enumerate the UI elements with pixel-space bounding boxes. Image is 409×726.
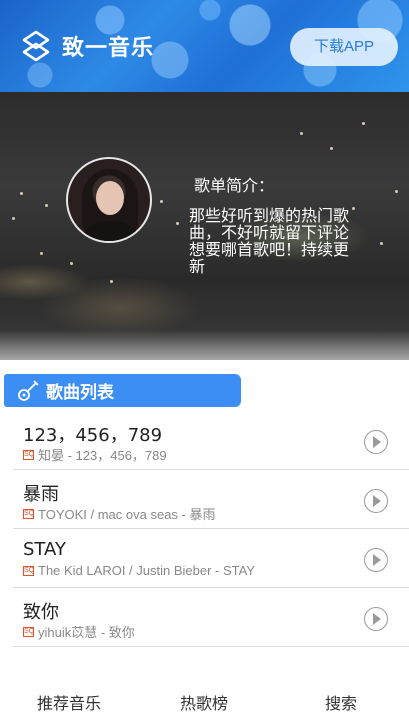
playlist-cover-avatar	[66, 157, 152, 243]
song-artist: 知晏 - 123，456，789	[38, 448, 167, 463]
logo-text: 致一音乐	[62, 36, 155, 61]
logo[interactable]: 致一音乐	[20, 30, 154, 62]
song-item[interactable]: 暴雨 SQ TOYOKI / mac ova seas - 暴雨	[13, 470, 409, 529]
nav-item-search[interactable]: 搜索	[325, 690, 357, 714]
sq-badge: SQ	[23, 449, 35, 460]
song-list: 123，456，789 SQ 知晏 - 123，456，789 暴雨 SQ TO…	[13, 411, 409, 647]
song-name: 123，456，789	[23, 425, 163, 446]
bottom-nav: 推荐音乐 热歌榜 搜索	[0, 676, 409, 726]
song-list-title: 歌曲列表	[46, 383, 114, 403]
play-icon[interactable]	[364, 607, 388, 631]
song-artist: yihuik苡慧 - 致你	[38, 625, 135, 640]
sq-badge: SQ	[23, 565, 35, 576]
play-icon[interactable]	[364, 489, 388, 513]
download-app-button[interactable]: 下载APP	[290, 28, 398, 66]
song-item[interactable]: STAY SQ The Kid LAROI / Justin Bieber - …	[13, 529, 409, 588]
intro-description: 那些好听到爆的热门歌曲，不好听就留下评论想要哪首歌吧！持续更新	[189, 206, 350, 276]
logo-icon	[22, 30, 50, 62]
sq-badge: SQ	[23, 626, 35, 637]
song-list-header: 歌曲列表	[4, 374, 241, 407]
intro-title: 歌单简介：	[194, 176, 275, 195]
song-item[interactable]: 123，456，789 SQ 知晏 - 123，456，789	[13, 411, 409, 470]
guitar-icon	[18, 379, 39, 401]
song-artist: TOYOKI / mac ova seas - 暴雨	[38, 507, 216, 522]
song-item[interactable]: 致你 SQ yihuik苡慧 - 致你	[13, 588, 409, 647]
nav-item-recommended[interactable]: 推荐音乐	[37, 690, 101, 714]
play-icon[interactable]	[364, 548, 388, 572]
play-icon[interactable]	[364, 430, 388, 454]
song-name: STAY	[23, 539, 66, 560]
playlist-intro-banner: 歌单简介： 那些好听到爆的热门歌曲，不好听就留下评论想要哪首歌吧！持续更新	[0, 92, 409, 360]
song-artist: The Kid LAROI / Justin Bieber - STAY	[38, 563, 255, 578]
sq-badge: SQ	[23, 508, 35, 519]
song-name: 致你	[23, 602, 59, 623]
song-name: 暴雨	[23, 484, 59, 505]
app-header: 致一音乐 下载APP	[0, 0, 409, 92]
nav-item-hot-songs[interactable]: 热歌榜	[180, 690, 228, 714]
